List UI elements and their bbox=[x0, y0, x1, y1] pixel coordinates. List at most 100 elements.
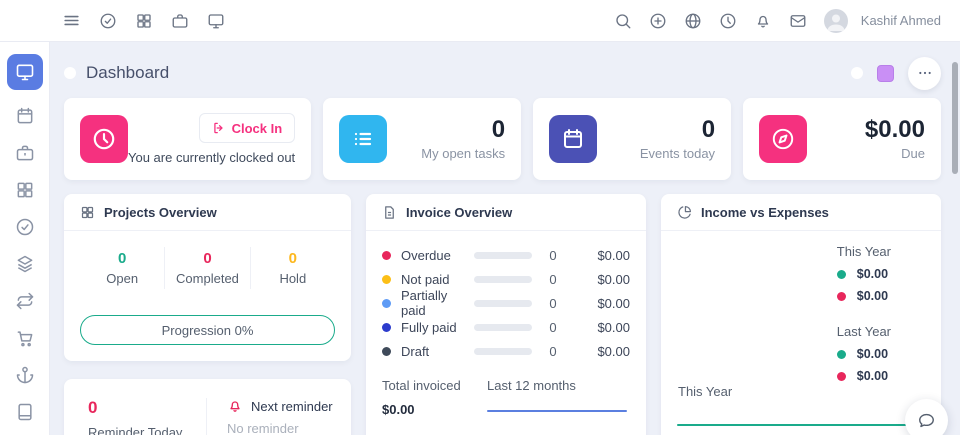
clock-in-card: Clock In You are currently clocked out bbox=[64, 98, 311, 180]
document-icon bbox=[382, 205, 397, 220]
invoice-row-count: 0 bbox=[532, 344, 574, 359]
status-dot bbox=[382, 251, 391, 260]
more-options-button[interactable] bbox=[908, 57, 941, 90]
income-vs-expenses-body: This Year $0.00 $0.00 Last Year bbox=[661, 231, 941, 435]
invoice-row-label: Partially paid bbox=[401, 288, 474, 318]
due-value: $0.00 bbox=[865, 117, 925, 142]
invoice-row-overdue: Overdue 0 $0.00 bbox=[382, 243, 630, 267]
open-tasks-label: My open tasks bbox=[421, 146, 505, 161]
layers-icon bbox=[15, 254, 35, 274]
envelope-icon[interactable] bbox=[789, 12, 807, 30]
clock-icon[interactable] bbox=[719, 12, 737, 30]
cart-icon bbox=[15, 328, 35, 348]
invoice-overview-title: Invoice Overview bbox=[406, 205, 512, 220]
scrollbar-thumb[interactable] bbox=[952, 62, 958, 174]
clock-in-button[interactable]: Clock In bbox=[199, 113, 296, 143]
sidebar-item-tasks[interactable] bbox=[13, 215, 36, 238]
status-dot bbox=[382, 323, 391, 332]
income-vs-expenses-panel: Income vs Expenses This Year $0.00 bbox=[661, 194, 941, 435]
legend-income-row: $0.00 bbox=[837, 347, 891, 361]
sidebar-item-layers[interactable] bbox=[13, 252, 36, 275]
bell-icon bbox=[227, 398, 243, 414]
sidebar-item-anchor[interactable] bbox=[13, 363, 36, 386]
status-dot bbox=[382, 275, 391, 284]
due-card: $0.00 Due bbox=[743, 98, 941, 180]
clock-in-card-right: Clock In You are currently clocked out bbox=[128, 113, 295, 165]
reminder-today-count: 0 bbox=[88, 398, 206, 418]
chat-button[interactable] bbox=[905, 399, 948, 435]
sidebar-item-recurring[interactable] bbox=[13, 289, 36, 312]
status-dot bbox=[851, 67, 863, 79]
clock-status-text: You are currently clocked out bbox=[128, 150, 295, 165]
book-icon bbox=[15, 402, 35, 422]
income-chart-line bbox=[677, 424, 929, 426]
events-today-value: 0 bbox=[702, 117, 715, 142]
stat-open-value: 0 bbox=[80, 250, 164, 267]
check-circle-icon bbox=[15, 217, 35, 237]
stat-hold: 0 Hold bbox=[250, 247, 335, 289]
stat-open: 0 Open bbox=[80, 247, 164, 289]
calendar-icon bbox=[549, 115, 597, 163]
invoice-period-label: Last 12 months bbox=[487, 378, 627, 393]
grid-icon bbox=[15, 180, 35, 200]
sidebar-item-book[interactable] bbox=[13, 400, 36, 423]
anchor-icon bbox=[15, 365, 35, 385]
invoice-progress-bar bbox=[474, 324, 532, 331]
invoice-row-amount: $0.00 bbox=[574, 296, 630, 311]
events-today-card: 0 Events today bbox=[533, 98, 731, 180]
projects-overview-header: Projects Overview bbox=[64, 194, 351, 231]
sidebar-item-dashboard[interactable] bbox=[7, 54, 43, 90]
next-reminder-value: No reminder bbox=[227, 421, 333, 435]
due-label: Due bbox=[901, 146, 925, 161]
open-tasks-card-right: 0 My open tasks bbox=[421, 117, 505, 160]
top-header: Kashif Ahmed bbox=[0, 0, 960, 42]
panels-row: Projects Overview 0 Open 0 Completed bbox=[64, 194, 941, 435]
invoice-row-amount: $0.00 bbox=[574, 320, 630, 335]
monitor-icon[interactable] bbox=[207, 12, 225, 30]
briefcase-icon bbox=[15, 143, 35, 163]
invoice-sparkline-block: Last 12 months bbox=[487, 378, 627, 417]
invoice-row-count: 0 bbox=[532, 296, 574, 311]
sidebar-item-orders[interactable] bbox=[13, 326, 36, 349]
projects-overview-body: 0 Open 0 Completed 0 Hold bbox=[64, 231, 351, 361]
sidebar-item-calendar[interactable] bbox=[13, 104, 36, 127]
legend-income-value: $0.00 bbox=[857, 267, 888, 281]
invoice-row-label: Not paid bbox=[401, 272, 474, 287]
header-shortcuts bbox=[0, 11, 225, 30]
sidebar bbox=[0, 42, 50, 435]
reminder-today-label: Reminder Today bbox=[88, 425, 206, 435]
invoice-row-label: Fully paid bbox=[401, 320, 474, 335]
sidebar-item-work[interactable] bbox=[13, 141, 36, 164]
invoice-row-amount: $0.00 bbox=[574, 272, 630, 287]
stat-hold-label: Hold bbox=[251, 271, 335, 286]
clock-in-button-label: Clock In bbox=[232, 121, 283, 136]
legend-group-last-year: Last Year $0.00 $0.00 bbox=[837, 324, 891, 383]
plus-circle-icon[interactable] bbox=[649, 12, 667, 30]
sidebar-item-apps[interactable] bbox=[13, 178, 36, 201]
invoice-progress-bar bbox=[474, 348, 532, 355]
ellipsis-icon bbox=[917, 65, 933, 81]
avatar[interactable] bbox=[824, 9, 848, 33]
reminders-panel: 0 Reminder Today Next reminder No bbox=[64, 379, 351, 435]
progression-pill: Progression 0% bbox=[80, 315, 335, 345]
grid-icon bbox=[80, 205, 95, 220]
user-name[interactable]: Kashif Ahmed bbox=[861, 13, 941, 28]
income-vs-expenses-title: Income vs Expenses bbox=[701, 205, 829, 220]
expense-dot bbox=[837, 372, 846, 381]
invoice-row-amount: $0.00 bbox=[574, 248, 630, 263]
hamburger-menu-icon[interactable] bbox=[62, 11, 81, 30]
income-axis-label: This Year bbox=[678, 384, 732, 399]
theme-color-chip[interactable] bbox=[877, 65, 894, 82]
repeat-icon bbox=[15, 291, 35, 311]
left-panel-column: Projects Overview 0 Open 0 Completed bbox=[64, 194, 351, 435]
grid-icon[interactable] bbox=[135, 12, 153, 30]
compass-icon bbox=[759, 115, 807, 163]
globe-icon[interactable] bbox=[684, 12, 702, 30]
calendar-icon bbox=[15, 106, 35, 126]
total-invoiced-label: Total invoiced bbox=[382, 378, 487, 393]
search-icon[interactable] bbox=[614, 12, 632, 30]
briefcase-icon[interactable] bbox=[171, 12, 189, 30]
check-circle-icon[interactable] bbox=[99, 12, 117, 30]
invoice-row-count: 0 bbox=[532, 320, 574, 335]
bell-icon[interactable] bbox=[754, 12, 772, 30]
